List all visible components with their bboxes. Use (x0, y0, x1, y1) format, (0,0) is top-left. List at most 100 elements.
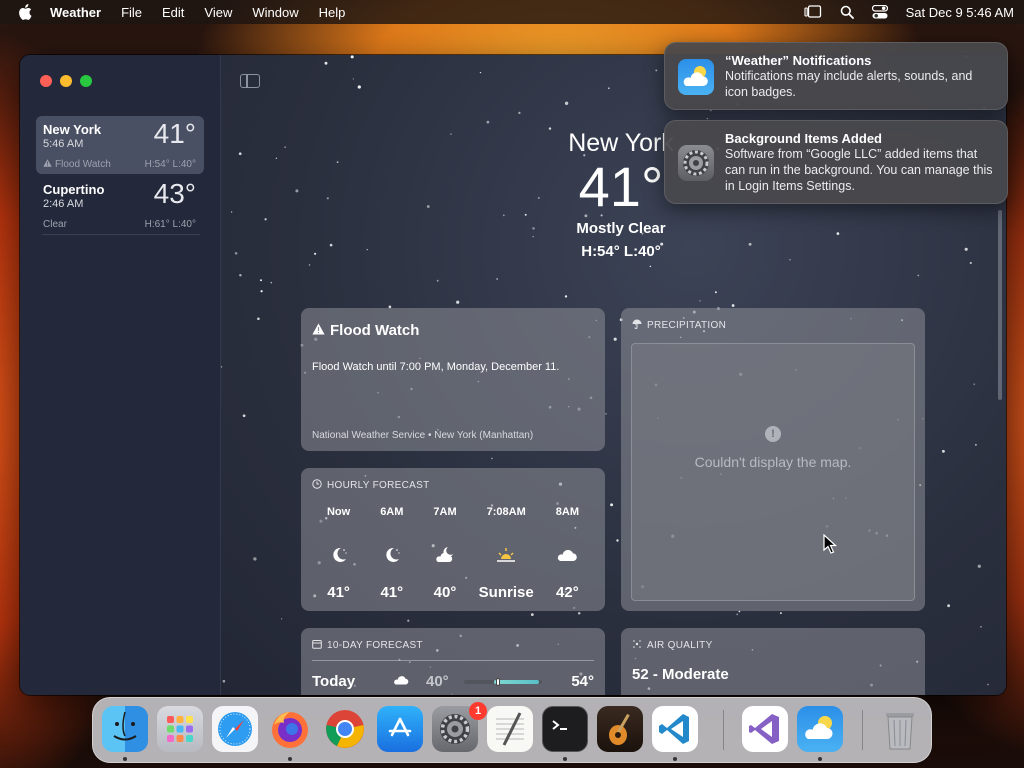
city-card-new-york[interactable]: New York 5:46 AM 41° Flood Watch H:54° L… (36, 116, 204, 174)
sunrise-icon (495, 540, 517, 570)
dock-safari-icon[interactable] (212, 706, 258, 752)
city-divider (42, 234, 200, 235)
menu-view[interactable]: View (204, 5, 232, 20)
running-indicator (288, 757, 292, 761)
star (779, 612, 782, 615)
dock-firefox-icon[interactable] (267, 706, 313, 752)
star (532, 236, 534, 238)
city-footer: Flood Watch H:54° L:40° (43, 159, 196, 170)
control-center-icon[interactable] (871, 5, 888, 19)
menu-clock[interactable]: Sat Dec 9 5:46 AM (906, 5, 1014, 20)
hourly-value: Sunrise (478, 584, 534, 601)
star (714, 291, 717, 294)
star (308, 264, 311, 266)
dock-trash-icon[interactable] (877, 706, 923, 752)
hourly-item: 7AM 40° (418, 506, 471, 601)
star (486, 120, 490, 124)
star (577, 612, 581, 615)
window-controls (40, 75, 100, 87)
dock-weather-icon[interactable] (797, 706, 843, 752)
menu-bar: Weather File Edit View Window Help Sat D… (0, 0, 1024, 24)
notification-title: Background Items Added (725, 131, 882, 146)
tenday-header-label: 10-DAY FORECAST (327, 640, 423, 651)
star (450, 133, 452, 135)
sidebar-toggle-button[interactable] (240, 74, 260, 88)
notification-body: Software from “Google LLC” added items t… (725, 147, 993, 193)
apple-menu-icon[interactable] (18, 4, 32, 20)
settings-gear-icon (678, 145, 714, 181)
air-quality-card[interactable]: AIR QUALITY 52 - Moderate (621, 628, 925, 695)
star (748, 242, 752, 246)
hourly-time: 7:08AM (486, 506, 526, 518)
star (530, 613, 534, 616)
star (366, 248, 368, 251)
dock-terminal-icon[interactable] (542, 706, 588, 752)
mouse-cursor-icon (823, 533, 838, 559)
star (616, 539, 619, 542)
flood-body: Flood Watch until 7:00 PM, Monday, Decem… (312, 361, 560, 373)
running-indicator (818, 757, 822, 761)
dock-garageband-icon[interactable] (597, 706, 643, 752)
hourly-time: 6AM (380, 506, 404, 518)
star (564, 295, 568, 298)
menu-app-name[interactable]: Weather (50, 5, 101, 20)
weather-app-icon (678, 59, 714, 95)
dock-launchpad-icon[interactable] (157, 706, 203, 752)
precipitation-map[interactable]: ! Couldn't display the map. (631, 343, 915, 601)
menu-help[interactable]: Help (319, 5, 346, 20)
hourly-header: HOURLY FORECAST (312, 479, 594, 492)
dock-vscode-icon[interactable] (652, 706, 698, 752)
star (329, 243, 333, 247)
dock-chrome-icon[interactable] (322, 706, 368, 752)
star (242, 414, 246, 418)
star (336, 161, 339, 163)
tenday-high: 54° (571, 673, 594, 690)
star (260, 290, 263, 293)
air-quality-header: AIR QUALITY (632, 639, 914, 652)
dock-finder-icon[interactable] (102, 706, 148, 752)
menu-file[interactable]: File (121, 5, 142, 20)
star (352, 78, 355, 80)
flood-watch-card[interactable]: Flood Watch Flood Watch until 7:00 PM, M… (301, 308, 605, 451)
hourly-item: 6AM 41° (365, 506, 418, 601)
city-temp: 43° (153, 178, 196, 209)
dock-visual-studio-icon[interactable] (742, 706, 788, 752)
precipitation-header-label: PRECIPITATION (647, 320, 727, 331)
hourly-time: 8AM (555, 506, 579, 518)
cloud-moon-icon (433, 540, 457, 570)
tenday-divider (312, 660, 594, 661)
scrollbar[interactable] (998, 210, 1002, 400)
zoom-window-button[interactable] (80, 75, 92, 87)
stage-manager-icon[interactable] (804, 5, 822, 19)
menu-edit[interactable]: Edit (162, 5, 184, 20)
notification-weather[interactable]: “Weather” Notifications Notifications ma… (664, 42, 1008, 110)
dock-textedit-icon[interactable] (487, 706, 533, 752)
moon-icon (329, 540, 349, 570)
spotlight-search-icon[interactable] (840, 5, 854, 19)
dock-app-store-icon[interactable] (377, 706, 423, 752)
flood-source[interactable]: National Weather Service • New York (Man… (312, 430, 533, 441)
star (479, 71, 482, 74)
star (222, 679, 226, 683)
hero-condition: Mostly Clear (576, 220, 666, 237)
precipitation-card[interactable]: PRECIPITATION ! Couldn't display the map… (621, 308, 925, 611)
menu-window[interactable]: Window (252, 5, 298, 20)
notification-background-items[interactable]: Background Items Added Software from “Go… (664, 120, 1008, 204)
star (238, 152, 242, 156)
warning-icon (312, 322, 330, 339)
dock-separator (862, 710, 863, 750)
star (270, 281, 273, 284)
star (736, 613, 739, 616)
calendar-icon (312, 639, 327, 652)
running-indicator (673, 757, 677, 761)
close-window-button[interactable] (40, 75, 52, 87)
star (221, 365, 223, 368)
star (314, 252, 317, 255)
temperature-range-bar (464, 677, 542, 686)
star (264, 218, 267, 221)
city-temp: 41° (153, 118, 196, 149)
city-card-cupertino[interactable]: Cupertino 2:46 AM 43° Clear H:61° L:40° (36, 176, 204, 234)
star (324, 61, 328, 65)
star (295, 189, 299, 193)
minimize-window-button[interactable] (60, 75, 72, 87)
